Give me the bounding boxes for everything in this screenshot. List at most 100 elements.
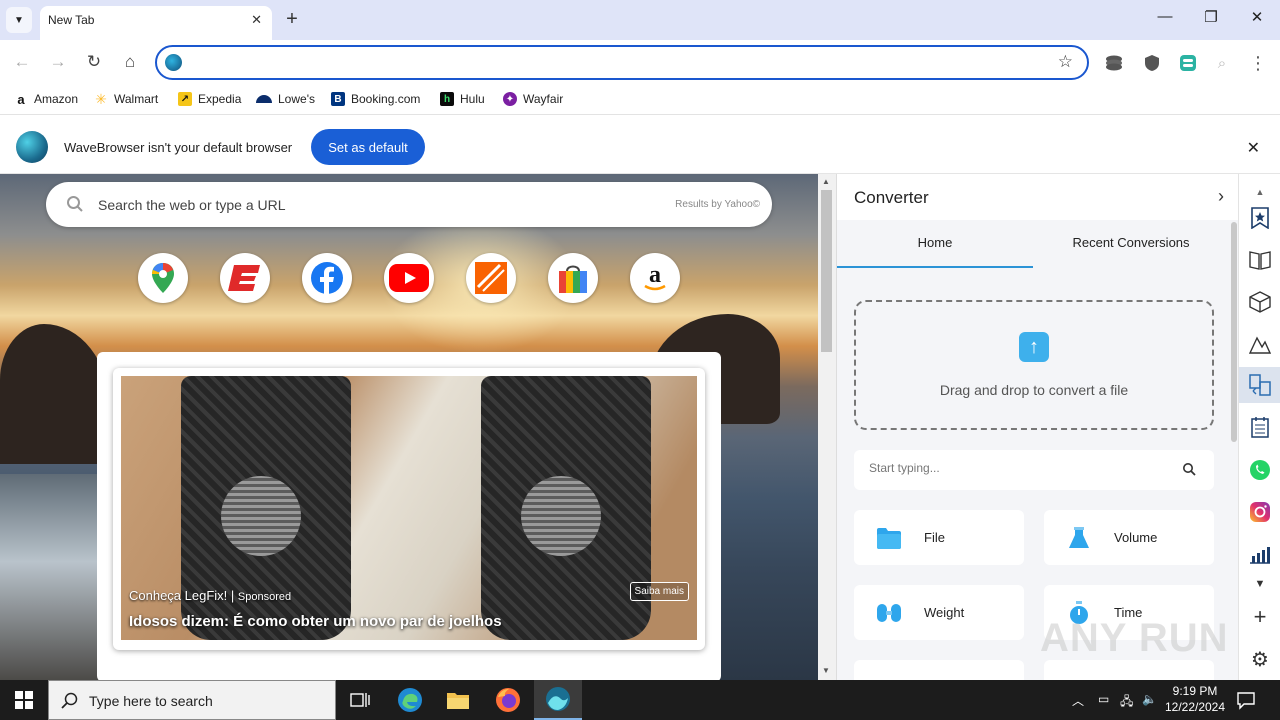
home-button[interactable]: ⌂ <box>120 52 140 72</box>
tab-close-icon[interactable]: ✕ <box>251 12 262 28</box>
tray-battery-icon[interactable]: ▭ <box>1098 692 1109 706</box>
sidebar-more-icon[interactable]: ▼ <box>1239 566 1280 602</box>
start-button[interactable] <box>0 680 48 720</box>
bookmark-expedia[interactable]: ↗ Expedia <box>178 92 241 106</box>
bookmark-star-icon[interactable]: ☆ <box>1058 52 1073 72</box>
background-rock-left <box>0 324 110 464</box>
sidebar-settings-gear-icon[interactable]: ⚙ <box>1239 641 1280 677</box>
shortcut-shopping[interactable] <box>548 253 598 303</box>
google-maps-icon <box>152 263 174 293</box>
category-partial-1[interactable] <box>854 660 1024 680</box>
shortcut-amazon[interactable]: a <box>630 253 680 303</box>
converter-search[interactable] <box>854 450 1214 490</box>
taskbar-wavebrowser[interactable] <box>534 680 582 720</box>
upload-arrow-icon: ↑ <box>1019 332 1049 362</box>
bookmark-amazon[interactable]: a Amazon <box>14 92 79 107</box>
taskbar-search[interactable]: Type here to search <box>48 680 336 720</box>
tray-network-icon[interactable]: 🖧 <box>1120 692 1133 713</box>
ad-cta-button[interactable]: Saiba mais <box>629 582 689 601</box>
sidebar-box-icon[interactable] <box>1239 284 1280 320</box>
wavebrowser-icon <box>546 687 570 711</box>
new-tab-button[interactable]: + <box>282 8 302 31</box>
sponsored-ad[interactable]: Conheça LegFix! | Sponsored Idosos dizem… <box>113 368 705 650</box>
taskbar-edge[interactable] <box>386 680 434 720</box>
extension-puzzle-icon[interactable]: ⌕ <box>1212 53 1232 73</box>
minimize-button[interactable]: — <box>1155 8 1175 25</box>
walmart-icon: ✳ <box>95 90 107 107</box>
converter-title: Converter <box>854 188 929 207</box>
sidebar-reading-icon[interactable] <box>1239 242 1280 278</box>
tab-recent-conversions[interactable]: Recent Conversions <box>1033 220 1229 268</box>
infobar-close-icon[interactable]: ✕ <box>1247 138 1260 158</box>
category-volume[interactable]: Volume <box>1044 510 1214 565</box>
wavebrowser-logo <box>16 131 48 163</box>
bookmark-wayfair[interactable]: ✦ Wayfair <box>503 92 563 106</box>
bookmark-hulu[interactable]: h Hulu <box>440 92 485 106</box>
scroll-up-icon[interactable]: ▲ <box>822 177 830 186</box>
sidebar-mountain-icon[interactable] <box>1239 326 1280 362</box>
ad-headline[interactable]: Idosos dizem: É como obter um novo par d… <box>129 613 502 630</box>
menu-kebab-icon[interactable]: ⋮ <box>1248 53 1268 73</box>
page-scroll-thumb[interactable] <box>821 190 832 352</box>
restore-button[interactable]: ❐ <box>1201 8 1221 26</box>
task-view-icon <box>350 693 370 707</box>
bookmark-label: Amazon <box>34 92 79 106</box>
sidebar-notepad-icon[interactable] <box>1239 409 1280 445</box>
reload-button[interactable]: ↻ <box>84 52 104 72</box>
bookmark-booking[interactable]: B Booking.com <box>331 92 420 106</box>
toggle-extension-icon[interactable] <box>1178 53 1198 73</box>
category-label: Volume <box>1114 530 1158 545</box>
page-scrollbar[interactable]: ▲ ▼ <box>818 174 836 680</box>
file-drop-zone[interactable]: ↑ Drag and drop to convert a file <box>854 300 1214 430</box>
lowes-icon <box>256 95 272 103</box>
category-file[interactable]: File <box>854 510 1024 565</box>
hulu-icon: h <box>440 92 454 106</box>
bookmark-label: Walmart <box>114 92 159 106</box>
sidebar-instagram-icon[interactable] <box>1239 494 1280 530</box>
browser-toolbar: ← → ↻ ⌂ ☆ ⌕ ⋮ <box>0 40 1280 85</box>
tray-volume-icon[interactable]: 🔈 <box>1142 692 1157 706</box>
sidebar-add-icon[interactable]: + <box>1239 599 1280 635</box>
shortcut-home-depot[interactable] <box>466 253 516 303</box>
set-as-default-button[interactable]: Set as default <box>311 129 425 165</box>
notification-icon[interactable] <box>1236 690 1256 710</box>
tray-chevron-up-icon[interactable]: ︿ <box>1072 692 1084 709</box>
newtab-search-input[interactable] <box>98 194 618 216</box>
taskbar-clock[interactable]: 9:19 PM 12/22/2024 <box>1162 683 1228 715</box>
sidebar-bookmark-star-icon[interactable] <box>1239 200 1280 236</box>
shortcut-google-maps[interactable] <box>138 253 188 303</box>
taskbar-file-explorer[interactable] <box>434 680 482 720</box>
svg-text:a: a <box>649 263 661 288</box>
converter-search-input[interactable] <box>869 461 1159 475</box>
task-view-button[interactable] <box>336 680 384 720</box>
scroll-down-icon[interactable]: ▼ <box>822 666 830 675</box>
ad-knee-right <box>481 376 651 640</box>
sidebar-converter-icon[interactable] <box>1239 367 1280 403</box>
close-window-button[interactable]: ✕ <box>1247 8 1267 26</box>
address-input[interactable] <box>189 52 1039 74</box>
tab-new-tab[interactable]: New Tab ✕ <box>40 6 272 40</box>
shortcut-espn[interactable] <box>220 253 270 303</box>
forward-button[interactable]: → <box>48 52 68 72</box>
newtab-search-box[interactable]: Results by Yahoo© <box>46 182 772 227</box>
category-weight[interactable]: Weight <box>854 585 1024 640</box>
taskbar-firefox[interactable] <box>484 680 532 720</box>
address-bar[interactable]: ☆ <box>155 45 1089 80</box>
tab-search-button[interactable]: ▼ <box>6 7 32 33</box>
taskbar: Type here to search ︿ ▭ 🖧 🔈 9:19 PM 12/2… <box>0 680 1280 720</box>
converter-scroll-thumb[interactable] <box>1231 222 1237 442</box>
bookmark-lowes[interactable]: Lowe's <box>256 92 315 106</box>
back-button[interactable]: ← <box>12 52 32 72</box>
background-shore <box>0 474 110 680</box>
tab-home[interactable]: Home <box>837 220 1033 268</box>
shortcut-facebook[interactable] <box>302 253 352 303</box>
shield-extension-icon[interactable] <box>1142 53 1162 73</box>
shortcut-youtube[interactable] <box>384 253 434 303</box>
chevron-right-icon[interactable]: › <box>1218 186 1224 207</box>
converter-scrollbar[interactable] <box>1229 220 1238 680</box>
bookmark-walmart[interactable]: ✳ Walmart <box>94 90 159 107</box>
ad-sponsored-label: Sponsored <box>237 591 292 603</box>
category-partial-2[interactable] <box>1044 660 1214 680</box>
layers-extension-icon[interactable] <box>1104 53 1124 73</box>
sidebar-whatsapp-icon[interactable] <box>1239 452 1280 488</box>
